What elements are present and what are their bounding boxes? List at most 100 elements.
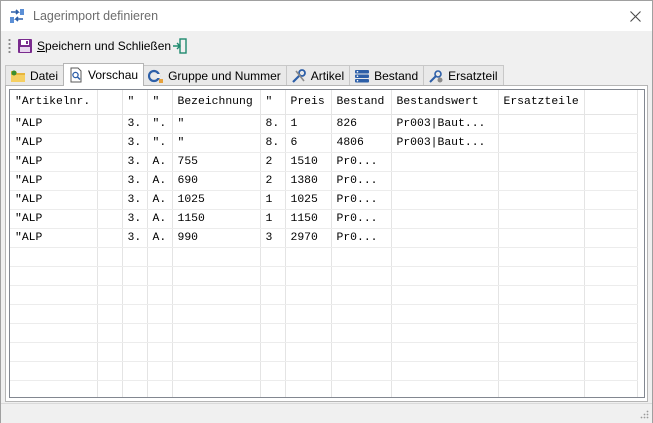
table-row[interactable]: "ALP 3. ". " 8. 6 4806 Pr003|Baut...: [10, 133, 638, 153]
table-cell: [10, 285, 98, 305]
table-cell: [584, 171, 638, 191]
table-cell: 8.: [260, 133, 286, 153]
table-cell: ": [172, 133, 261, 153]
table-cell: [331, 285, 392, 305]
table-cell: [97, 247, 123, 267]
table-cell: 6: [285, 133, 332, 153]
table-cell: [10, 323, 98, 343]
table-cell: [172, 304, 261, 324]
tab-datei[interactable]: Datei: [5, 65, 65, 85]
table-cell: Pr0...: [331, 209, 392, 229]
close-button[interactable]: [618, 1, 652, 31]
table-cell: [584, 114, 638, 134]
table-cell: [97, 323, 123, 343]
table-row[interactable]: "ALP 3. ". " 8. 1 826 Pr003|Baut...: [10, 114, 638, 134]
table-cell: [498, 285, 585, 305]
table-cell: [97, 171, 123, 191]
table-cell: [331, 266, 392, 286]
empty-row[interactable]: [10, 361, 638, 381]
table-row[interactable]: "ALP 3. A. 690 2 1380 Pr0...: [10, 171, 638, 191]
title-bar[interactable]: Lagerimport definieren: [1, 1, 652, 31]
tab-artikel[interactable]: Artikel: [285, 65, 351, 85]
table-cell: [10, 361, 98, 381]
resize-grip-icon[interactable]: [639, 410, 649, 420]
exit-door-icon: [173, 38, 187, 54]
dialog-window: Lagerimport definieren Speichern und Sch…: [0, 0, 653, 423]
empty-row[interactable]: [10, 380, 638, 397]
table-cell: 1510: [285, 152, 332, 172]
table-cell: [391, 190, 499, 210]
save-and-close-label: Speichern und Schließen: [37, 39, 172, 53]
table-cell: 3.: [122, 133, 148, 153]
table-row[interactable]: "ALP 3. A. 755 2 1510 Pr0...: [10, 152, 638, 172]
tab-label: Ersatzteil: [448, 68, 498, 83]
empty-row[interactable]: [10, 285, 638, 305]
table-cell: 3.: [122, 171, 148, 191]
save-and-close-button[interactable]: Speichern und Schließen: [17, 36, 171, 56]
table-cell: [391, 152, 499, 172]
table-cell: [97, 380, 123, 397]
table-row[interactable]: "ALP 3. A. 1150 1 1150 Pr0...: [10, 209, 638, 229]
table-cell: 3.: [122, 228, 148, 248]
table-cell: [285, 247, 332, 267]
empty-row[interactable]: [10, 323, 638, 343]
table-cell: [584, 323, 638, 343]
table-cell: [147, 285, 173, 305]
table-cell: [172, 323, 261, 343]
tab-vorschau[interactable]: Vorschau: [63, 63, 145, 86]
tab-strip: Datei Vorschau Gruppe und Nummer Artikel…: [5, 63, 504, 86]
table-cell: [172, 266, 261, 286]
table-cell: A.: [147, 190, 173, 210]
table-cell: [285, 342, 332, 362]
empty-row[interactable]: [10, 266, 638, 286]
table-cell: Pr0...: [331, 190, 392, 210]
table-cell: [391, 323, 499, 343]
table-cell: 2: [260, 171, 286, 191]
table-cell: [498, 152, 585, 172]
table-cell: [285, 380, 332, 397]
table-cell: 826: [331, 114, 392, 134]
table-row[interactable]: "ALP 3. A. 1025 1 1025 Pr0...: [10, 190, 638, 210]
table-cell: [498, 209, 585, 229]
header-cell: ": [122, 90, 148, 115]
empty-row[interactable]: [10, 342, 638, 362]
tab-gruppe-und-nummer[interactable]: Gruppe und Nummer: [143, 65, 287, 85]
table-cell: [147, 304, 173, 324]
table-cell: [122, 304, 148, 324]
table-cell: 755: [172, 152, 261, 172]
header-cell: ": [147, 90, 173, 115]
empty-row[interactable]: [10, 247, 638, 267]
preview-grid[interactable]: "Artikelnr. " " Bezeichnung " Preis Bestand Bes…: [9, 89, 645, 398]
table-cell: [391, 266, 499, 286]
tab-bestand[interactable]: Bestand: [349, 65, 425, 85]
table-cell: [97, 228, 123, 248]
status-bar: [1, 403, 652, 423]
table-cell: [498, 247, 585, 267]
table-cell: [122, 285, 148, 305]
table-cell: [391, 304, 499, 324]
table-cell: [122, 266, 148, 286]
table-cell: [147, 247, 173, 267]
exit-button[interactable]: [172, 38, 188, 54]
table-cell: [584, 380, 638, 397]
tab-label: Artikel: [310, 68, 345, 83]
table-cell: ".: [147, 114, 173, 134]
header-cell: Bezeichnung: [172, 90, 261, 115]
toolbar: Speichern und Schließen: [1, 32, 652, 60]
table-cell: 1380: [285, 171, 332, 191]
header-row[interactable]: "Artikelnr. " " Bezeichnung " Preis Bestand Bes…: [10, 90, 638, 115]
toolbar-grip[interactable]: [8, 38, 11, 54]
table-cell: 990: [172, 228, 261, 248]
table-cell: Pr0...: [331, 228, 392, 248]
table-cell: [584, 209, 638, 229]
spare-parts-icon: [429, 69, 443, 83]
table-cell: [172, 285, 261, 305]
close-icon: [629, 10, 641, 22]
table-cell: [172, 361, 261, 381]
empty-row[interactable]: [10, 304, 638, 324]
table-row[interactable]: "ALP 3. A. 990 3 2970 Pr0...: [10, 228, 638, 248]
table-cell: [498, 380, 585, 397]
table-cell: 2970: [285, 228, 332, 248]
tab-ersatzteil[interactable]: Ersatzteil: [423, 65, 504, 85]
tab-label: Bestand: [374, 68, 419, 83]
